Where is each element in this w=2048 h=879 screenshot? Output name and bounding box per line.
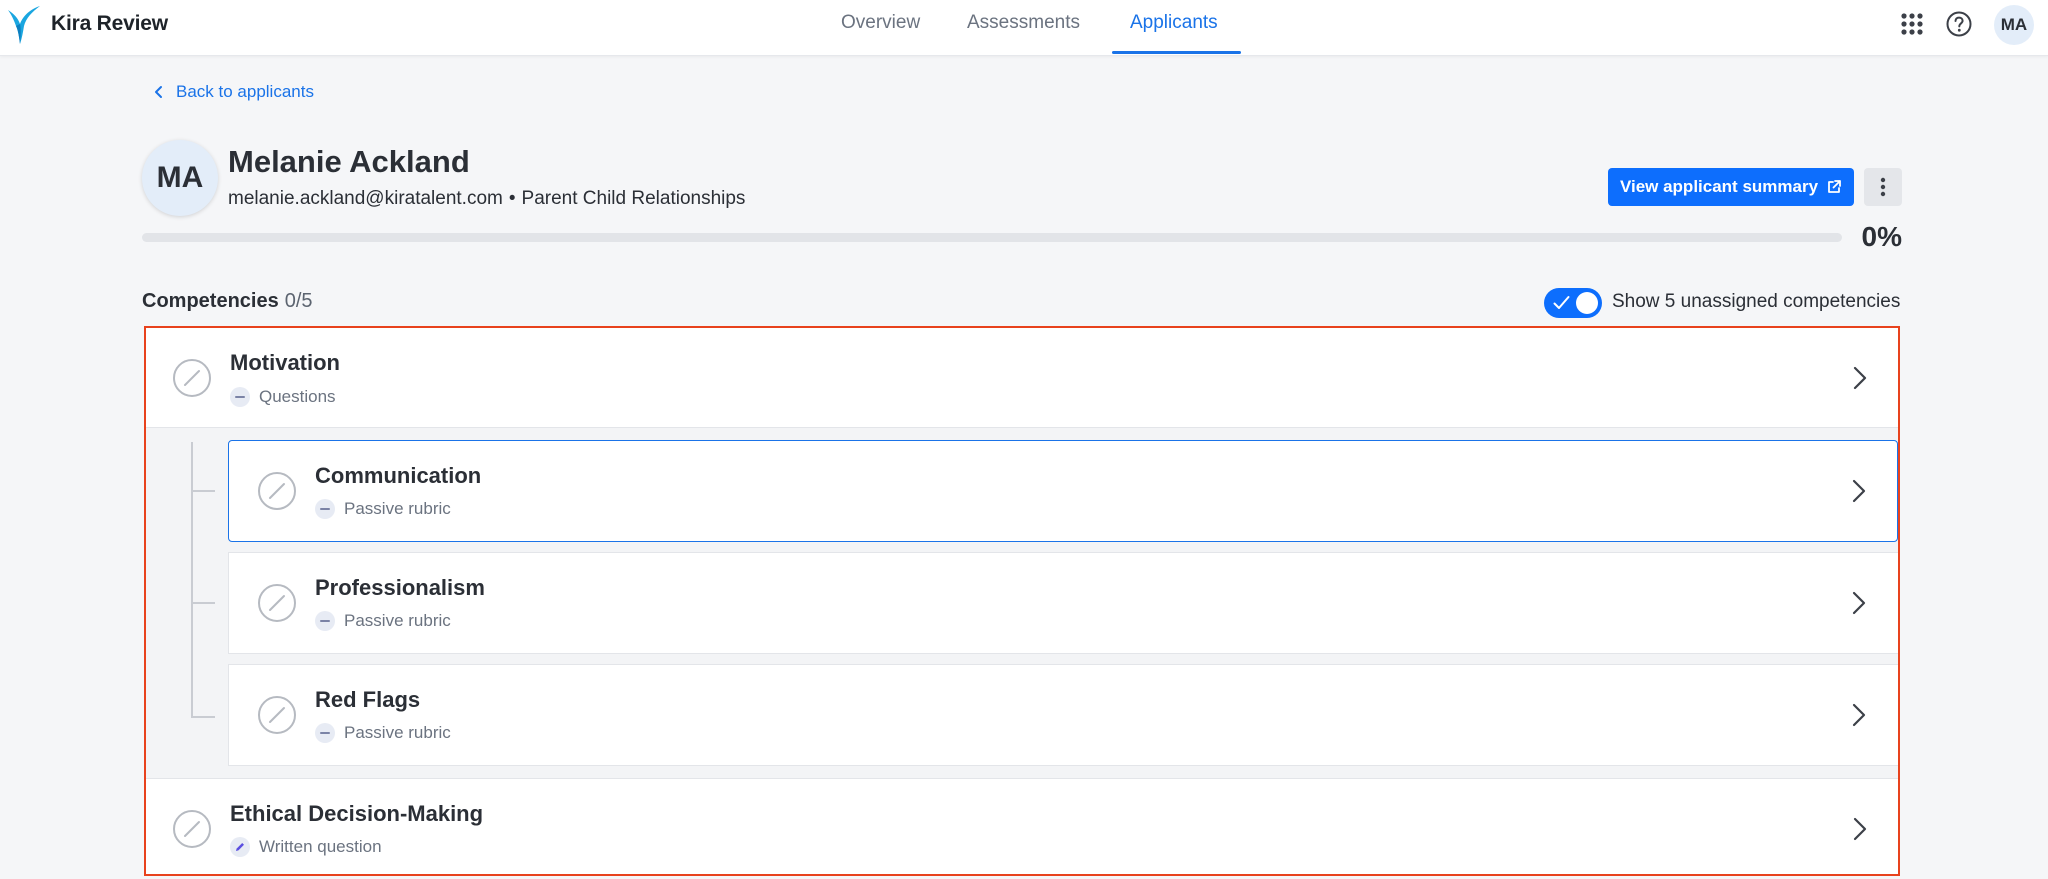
competencies-label: Competencies — [142, 290, 279, 312]
competency-type-label: Passive rubric — [344, 499, 451, 518]
unassigned-toggle-label: Show 5 unassigned competencies — [1612, 291, 1901, 312]
applicant-program: Parent Child Relationships — [521, 188, 746, 209]
competency-title: Professionalism — [315, 575, 485, 600]
toggle-knob — [1576, 292, 1598, 314]
competency-title: Red Flags — [315, 687, 421, 712]
applicant-avatar: MA — [142, 140, 218, 216]
more-options-button[interactable] — [1864, 168, 1902, 206]
chevron-left-icon — [155, 86, 162, 98]
review-progress-value: 0% — [1861, 221, 1902, 252]
competency-type: Passive rubric — [315, 499, 451, 519]
not-started-icon — [258, 696, 296, 734]
app-name: Kira Review — [51, 12, 168, 35]
competency-row-professionalism[interactable]: Professionalism Passive rubric — [228, 552, 1898, 654]
dash-icon — [315, 723, 335, 743]
chevron-right-icon — [1853, 817, 1867, 841]
competency-type-label: Passive rubric — [344, 611, 451, 630]
dash-icon — [315, 611, 335, 631]
more-vertical-icon — [1880, 177, 1886, 197]
competency-type-label: Questions — [259, 387, 336, 406]
external-link-icon — [1828, 180, 1841, 193]
not-started-icon — [258, 472, 296, 510]
applicant-email: melanie.ackland@kiratalent.com — [228, 188, 503, 209]
competencies-count: 0/5 — [284, 290, 313, 312]
kira-bird-logo-icon — [8, 6, 40, 44]
user-avatar[interactable]: MA — [1994, 5, 2034, 45]
pencil-icon — [230, 837, 250, 857]
competency-title: Motivation — [230, 350, 340, 375]
not-started-icon — [173, 810, 211, 848]
applicant-subline: melanie.ackland@kiratalent.com • Parent … — [228, 188, 745, 210]
chevron-right-icon — [1853, 366, 1867, 390]
competency-row-communication[interactable]: Communication Passive rubric — [228, 440, 1898, 542]
competency-title: Communication — [315, 463, 482, 488]
tab-applicants[interactable]: Applicants — [1130, 0, 1218, 56]
competency-type: Passive rubric — [315, 611, 451, 631]
tab-assessments[interactable]: Assessments — [967, 0, 1080, 56]
view-applicant-summary-button[interactable]: View applicant summary — [1608, 168, 1854, 206]
competency-row-red-flags[interactable]: Red Flags Passive rubric — [228, 664, 1898, 766]
not-started-icon — [258, 584, 296, 622]
competency-type: Questions — [230, 387, 336, 407]
back-link-label: Back to applicants — [176, 82, 314, 101]
tree-connector — [191, 716, 215, 718]
competency-title: Ethical Decision-Making — [230, 801, 484, 826]
dash-icon — [315, 499, 335, 519]
help-icon[interactable] — [1945, 10, 1973, 38]
competency-type-label: Written question — [259, 837, 382, 856]
applicant-name: Melanie Ackland — [228, 144, 470, 179]
dash-icon — [230, 387, 250, 407]
top-bar: Kira Review Overview Assessments Applica… — [0, 0, 2048, 56]
tree-connector — [191, 602, 215, 604]
tab-overview[interactable]: Overview — [841, 0, 920, 56]
apps-grid-icon[interactable] — [1898, 10, 1926, 38]
check-icon — [1553, 296, 1570, 309]
competency-row-motivation[interactable]: Motivation Questions — [146, 328, 1898, 428]
not-started-icon — [173, 359, 211, 397]
active-tab-indicator — [1112, 51, 1241, 54]
competency-list: Motivation Questions Communication Passi… — [144, 326, 1900, 876]
chevron-right-icon — [1852, 479, 1866, 503]
view-summary-label: View applicant summary — [1619, 177, 1819, 196]
tree-connector — [191, 490, 215, 492]
competencies-heading: Competencies 0/5 — [142, 290, 313, 313]
tree-connector-vertical — [191, 442, 193, 718]
chevron-right-icon — [1852, 703, 1866, 727]
competency-type: Written question — [230, 837, 382, 857]
brand[interactable]: Kira Review — [6, 4, 168, 44]
unassigned-competencies-toggle[interactable] — [1544, 288, 1602, 318]
competency-type-label: Passive rubric — [344, 723, 451, 742]
competency-row-ethical-decision-making[interactable]: Ethical Decision-Making Written question — [146, 778, 1898, 874]
subline-separator: • — [508, 188, 516, 209]
competency-type: Passive rubric — [315, 723, 451, 743]
review-progress-bar — [142, 233, 1842, 242]
chevron-right-icon — [1852, 591, 1866, 615]
back-to-applicants-link[interactable]: Back to applicants — [152, 80, 314, 104]
